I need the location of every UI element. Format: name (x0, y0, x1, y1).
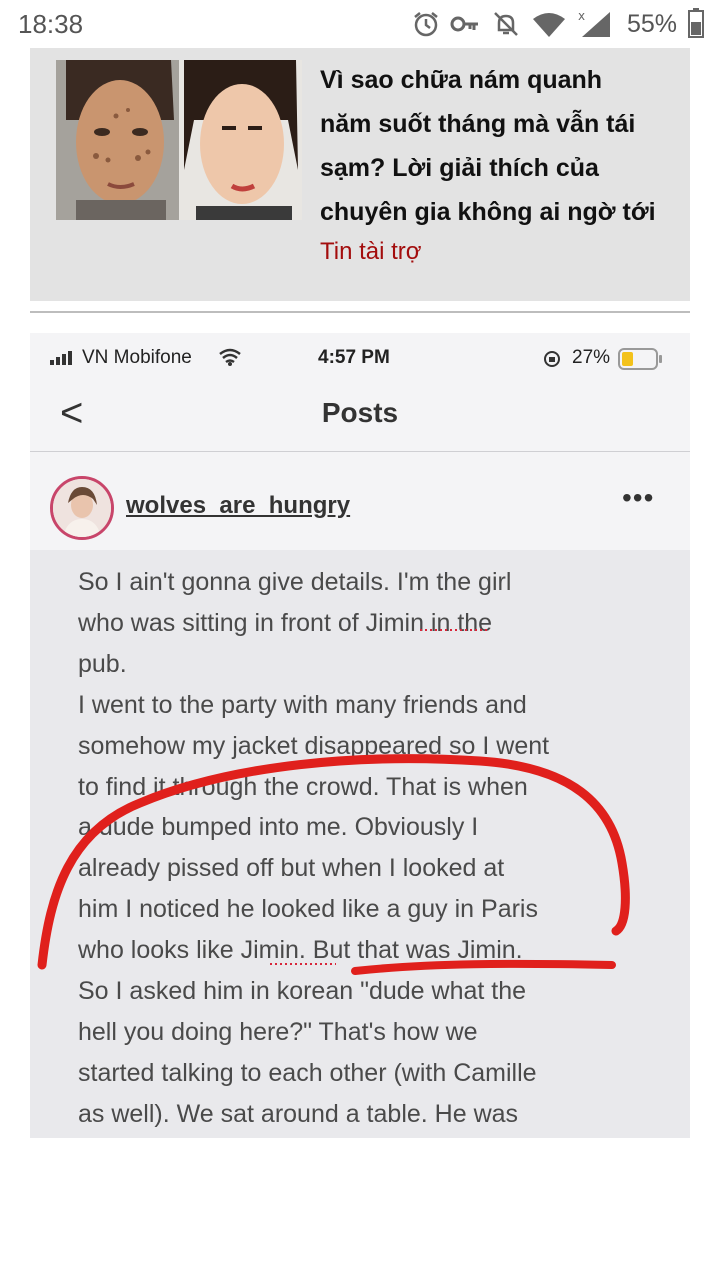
battery-icon (688, 8, 704, 38)
battery-percent: 55% (627, 10, 678, 38)
ad-title[interactable]: Vì sao chữa nám quanh năm suốt tháng mà … (320, 58, 680, 234)
ad-title-line: sạm? Lời giải thích của (320, 154, 599, 182)
status-bar: 18:38 x 55% (0, 0, 720, 48)
ad-title-line: Vì sao chữa nám quanh (320, 66, 603, 94)
ad-title-line: chuyên gia không ai ngờ tới (320, 198, 656, 226)
ad-image[interactable] (56, 60, 302, 220)
divider (30, 311, 690, 313)
svg-text:x: x (578, 9, 585, 23)
wifi-icon (533, 13, 565, 37)
embedded-screenshot-image: VN Mobifone 4:57 PM 27% < Posts wolves_a… (30, 333, 690, 1138)
ad-title-line: năm suốt tháng mà vẫn tái (320, 110, 636, 138)
vpn-key-icon (450, 16, 478, 32)
signal-icon: x (578, 9, 610, 37)
sponsored-label: Tin tài trợ (320, 238, 422, 265)
notifications-off-icon (494, 12, 518, 36)
red-marker-annotation (37, 629, 630, 975)
alarm-icon (414, 12, 438, 37)
status-time: 18:38 (18, 9, 84, 39)
